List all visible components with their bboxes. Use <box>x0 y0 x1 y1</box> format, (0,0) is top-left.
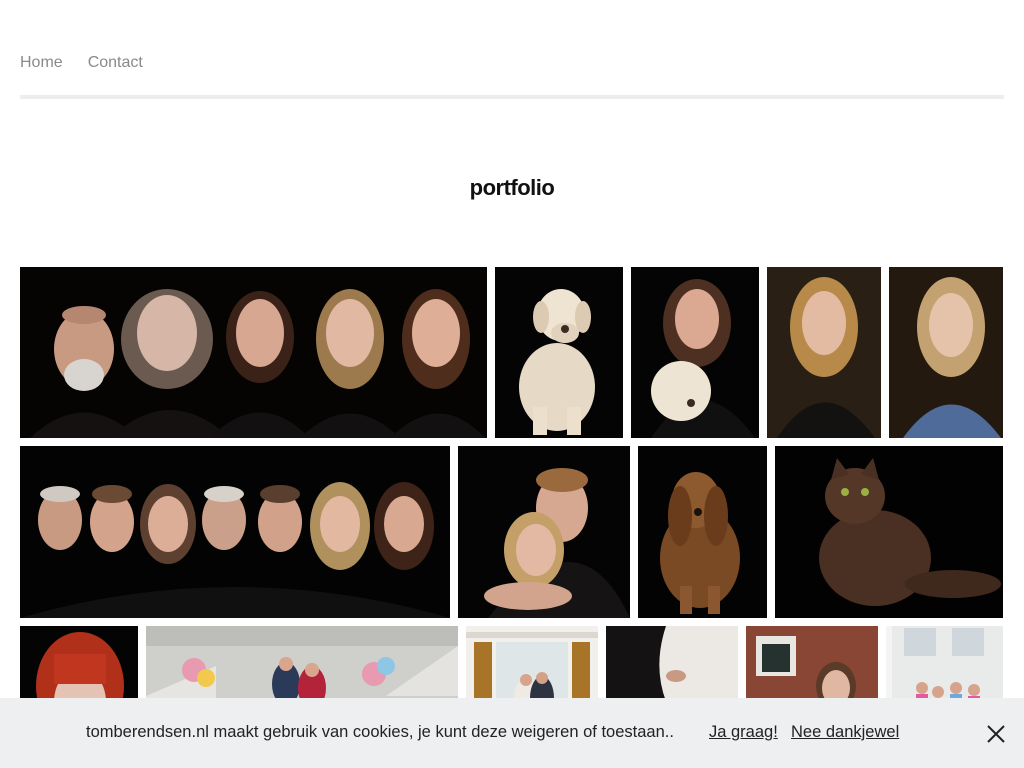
photo-blonde-woman[interactable] <box>767 267 881 438</box>
photo-white-labrador[interactable] <box>495 267 623 438</box>
page-title: portfolio <box>469 174 555 200</box>
photo-woman-with-labrador[interactable] <box>631 267 759 438</box>
cookie-banner: tomberendsen.nl maakt gebruik van cookie… <box>0 698 1024 768</box>
photo-brown-dog[interactable] <box>638 446 767 618</box>
photo-blonde-woman-blue[interactable] <box>889 267 1003 438</box>
cookie-decline-link[interactable]: Nee dankjewel <box>791 721 899 743</box>
nav-home-link[interactable]: Home <box>20 52 63 74</box>
close-icon[interactable] <box>984 722 1008 746</box>
cookie-accept-link[interactable]: Ja graag! <box>709 721 778 743</box>
main-nav: Home Contact <box>20 52 143 74</box>
photo-family-portrait-five[interactable] <box>20 267 487 438</box>
cookie-message: tomberendsen.nl maakt gebruik van cookie… <box>86 723 674 741</box>
photo-family-portrait-seven[interactable] <box>20 446 450 618</box>
photo-long-haired-cat[interactable] <box>775 446 1003 618</box>
photo-couple-embracing[interactable] <box>458 446 630 618</box>
header-divider <box>20 95 1004 99</box>
nav-contact-link[interactable]: Contact <box>88 52 143 74</box>
